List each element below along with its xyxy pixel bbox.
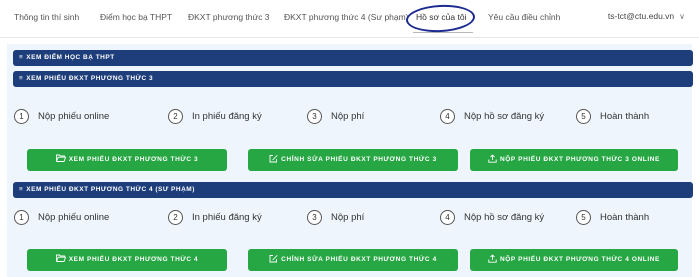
step-label: Nộp phí <box>331 212 365 223</box>
edit-icon <box>269 254 278 263</box>
step-label: Hoàn thành <box>600 111 650 122</box>
view-pt4-button[interactable]: XEM PHIẾU ĐKXT PHƯƠNG THỨC 4 <box>27 249 227 271</box>
user-menu[interactable]: ts-tct@ctu.edu.vn ∨ <box>608 11 685 21</box>
step-label: Nộp hồ sơ đăng ký <box>464 212 545 223</box>
nav-item-dkxt-pt3[interactable]: ĐKXT phương thức 3 <box>188 12 270 22</box>
section-title-pt3: XEM PHIẾU ĐKXT PHƯƠNG THỨC 3 <box>26 75 154 82</box>
upload-icon <box>488 154 497 163</box>
step-label: Nộp hồ sơ đăng ký <box>464 111 545 122</box>
active-tab-underline <box>413 32 473 33</box>
menu-icon: ≡ <box>19 75 24 82</box>
step-number: 4 <box>440 109 455 124</box>
step-label: In phiếu đăng ký <box>192 212 262 223</box>
submit-pt3-label: NỘP PHIẾU ĐKXT PHƯƠNG THỨC 3 ONLINE <box>499 156 660 163</box>
folder-open-icon <box>55 154 66 163</box>
nav-item-dkxt-pt4[interactable]: ĐKXT phương thức 4 (Sư phạm) <box>284 12 409 22</box>
chevron-down-icon: ∨ <box>679 12 685 21</box>
step-number: 1 <box>14 109 29 124</box>
section-bar-pt3[interactable]: ≡ XEM PHIẾU ĐKXT PHƯƠNG THỨC 3 <box>13 71 693 87</box>
step-label: Hoàn thành <box>600 212 650 223</box>
edit-pt4-label: CHỈNH SỬA PHIẾU ĐKXT PHƯƠNG THỨC 4 <box>281 256 437 263</box>
view-pt3-button[interactable]: XEM PHIẾU ĐKXT PHƯƠNG THỨC 3 <box>27 149 227 171</box>
step-number: 2 <box>168 210 183 225</box>
submit-pt4-button[interactable]: NỘP PHIẾU ĐKXT PHƯƠNG THỨC 4 ONLINE <box>470 249 678 271</box>
top-nav: Thông tin thí sinh Điểm học bạ THPT ĐKXT… <box>0 0 699 38</box>
section-bar-pt4[interactable]: ≡ XEM PHIẾU ĐKXT PHƯƠNG THỨC 4 (SƯ PHẠM) <box>13 182 693 198</box>
view-pt4-label: XEM PHIẾU ĐKXT PHƯƠNG THỨC 4 <box>68 256 199 263</box>
edit-pt4-button[interactable]: CHỈNH SỬA PHIẾU ĐKXT PHƯƠNG THỨC 4 <box>248 249 458 271</box>
step-number: 2 <box>168 109 183 124</box>
step-number: 5 <box>576 109 591 124</box>
view-pt3-label: XEM PHIẾU ĐKXT PHƯƠNG THỨC 3 <box>68 156 199 163</box>
step-number: 3 <box>307 109 322 124</box>
step-number: 5 <box>576 210 591 225</box>
folder-open-icon <box>55 254 66 263</box>
edit-icon <box>269 154 278 163</box>
step-label: Nộp phiếu online <box>38 111 110 122</box>
submit-pt4-label: NỘP PHIẾU ĐKXT PHƯƠNG THỨC 4 ONLINE <box>499 256 660 263</box>
step-label: Nộp phí <box>331 111 365 122</box>
section-bar-hoc-ba[interactable]: ≡ XEM ĐIỂM HỌC BẠ THPT <box>13 50 693 66</box>
step-label: In phiếu đăng ký <box>192 111 262 122</box>
nav-item-ho-so-cua-toi[interactable]: Hồ sơ của tôi <box>416 12 466 22</box>
menu-icon: ≡ <box>19 54 24 61</box>
edit-pt3-label: CHỈNH SỬA PHIẾU ĐKXT PHƯƠNG THỨC 3 <box>281 156 437 163</box>
nav-item-yeu-cau-dieu-chinh[interactable]: Yêu cầu điều chỉnh <box>488 12 560 22</box>
nav-item-thong-tin-thi-sinh[interactable]: Thông tin thí sinh <box>14 12 79 22</box>
step-number: 4 <box>440 210 455 225</box>
step-number: 3 <box>307 210 322 225</box>
upload-icon <box>488 254 497 263</box>
user-email: ts-tct@ctu.edu.vn <box>607 11 675 21</box>
edit-pt3-button[interactable]: CHỈNH SỬA PHIẾU ĐKXT PHƯƠNG THỨC 3 <box>248 149 458 171</box>
nav-item-diem-hoc-ba[interactable]: Điểm học bạ THPT <box>100 12 172 22</box>
step-label: Nộp phiếu online <box>38 212 110 223</box>
section-title-hoc-ba: XEM ĐIỂM HỌC BẠ THPT <box>26 54 115 61</box>
menu-icon: ≡ <box>19 186 24 193</box>
step-number: 1 <box>14 210 29 225</box>
submit-pt3-button[interactable]: NỘP PHIẾU ĐKXT PHƯƠNG THỨC 3 ONLINE <box>470 149 678 171</box>
section-title-pt4: XEM PHIẾU ĐKXT PHƯƠNG THỨC 4 (SƯ PHẠM) <box>26 186 195 193</box>
